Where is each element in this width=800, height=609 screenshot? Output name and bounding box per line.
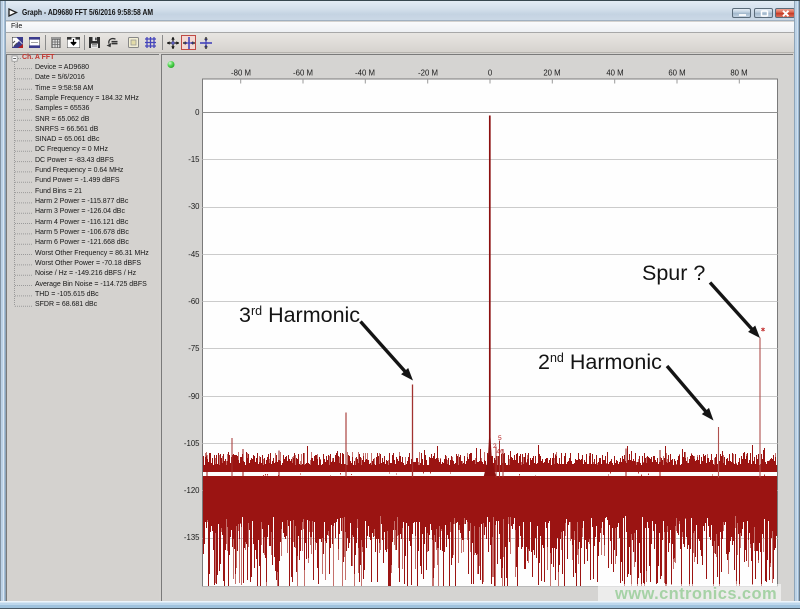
svg-text:60 M: 60 M [668,69,685,78]
svg-text:-80 M: -80 M [231,69,251,78]
svg-text:-60: -60 [188,297,200,306]
svg-text:-135: -135 [184,533,200,542]
svg-text:5: 5 [498,435,502,442]
svg-text:0: 0 [488,69,493,78]
svg-text:-45: -45 [188,250,200,259]
svg-text:-75: -75 [188,344,200,353]
svg-text:46: 46 [497,449,505,456]
svg-text:-90: -90 [188,392,200,401]
svg-text:-40 M: -40 M [355,69,375,78]
svg-text:80 M: 80 M [730,69,747,78]
svg-text:-105: -105 [184,439,200,448]
svg-text:40 M: 40 M [606,69,623,78]
svg-text:0: 0 [195,108,200,117]
svg-text:-120: -120 [184,486,200,495]
svg-text:-60 M: -60 M [293,69,313,78]
svg-text:-20 M: -20 M [418,69,438,78]
svg-text:-15: -15 [188,155,200,164]
svg-text:20 M: 20 M [543,69,560,78]
svg-text:-30: -30 [188,202,200,211]
